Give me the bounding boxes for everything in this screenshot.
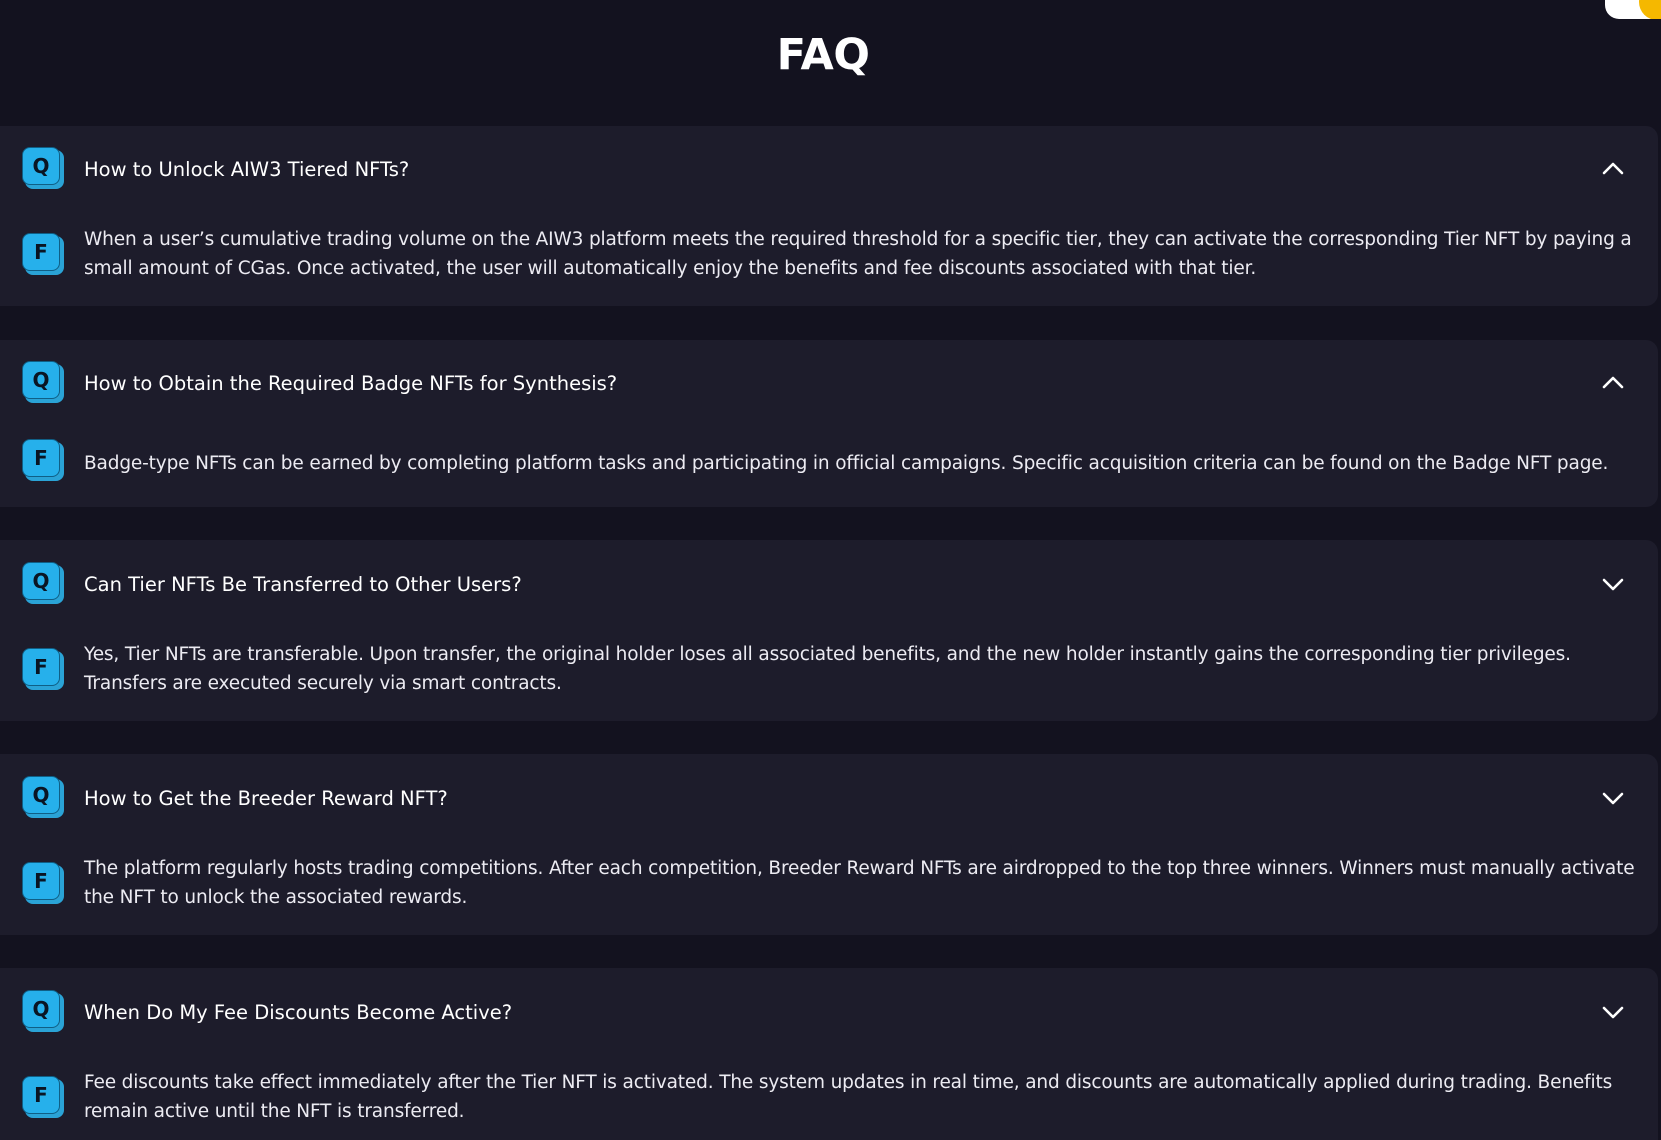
chevron-down-icon[interactable] bbox=[1596, 781, 1630, 815]
faq-question[interactable]: When Do My Fee Discounts Become Active? bbox=[84, 1000, 512, 1026]
question-badge-icon: Q bbox=[22, 776, 64, 818]
faq-question[interactable]: Can Tier NFTs Be Transferred to Other Us… bbox=[84, 572, 522, 598]
answer-badge-icon: F bbox=[22, 233, 64, 275]
chevron-down-icon[interactable] bbox=[1596, 995, 1630, 1029]
faq-item: Q How to Obtain the Required Badge NFTs … bbox=[0, 340, 1658, 507]
question-badge-icon: Q bbox=[22, 361, 64, 403]
page-title: FAQ bbox=[776, 30, 870, 80]
question-badge-icon: Q bbox=[22, 562, 64, 604]
faq-item: Q How to Get the Breeder Reward NFT? F T… bbox=[0, 754, 1658, 935]
faq-item: Q How to Unlock AIW3 Tiered NFTs? F When… bbox=[0, 126, 1658, 306]
question-badge-icon: Q bbox=[22, 990, 64, 1032]
chevron-up-icon[interactable] bbox=[1596, 366, 1630, 400]
faq-question[interactable]: How to Get the Breeder Reward NFT? bbox=[84, 786, 448, 812]
question-badge-icon: Q bbox=[22, 147, 64, 189]
faq-item: Q Can Tier NFTs Be Transferred to Other … bbox=[0, 540, 1658, 721]
faq-answer: Badge-type NFTs can be earned by complet… bbox=[84, 453, 1609, 474]
answer-badge-icon: F bbox=[22, 439, 64, 481]
floating-widget-corner[interactable] bbox=[1605, 0, 1661, 19]
answer-badge-icon: F bbox=[22, 1076, 64, 1118]
faq-question[interactable]: How to Obtain the Required Badge NFTs fo… bbox=[84, 371, 617, 397]
widget-dot-icon bbox=[1639, 0, 1661, 19]
faq-answer: Fee discounts take effect immediately af… bbox=[84, 1072, 1613, 1122]
faq-question[interactable]: How to Unlock AIW3 Tiered NFTs? bbox=[84, 157, 409, 183]
answer-badge-icon: F bbox=[22, 862, 64, 904]
answer-badge-icon: F bbox=[22, 648, 64, 690]
faq-item: Q When Do My Fee Discounts Become Active… bbox=[0, 968, 1658, 1140]
chevron-up-icon[interactable] bbox=[1596, 152, 1630, 186]
faq-answer: The platform regularly hosts trading com… bbox=[84, 858, 1635, 908]
faq-answer: Yes, Tier NFTs are transferable. Upon tr… bbox=[84, 644, 1571, 694]
faq-answer: When a user’s cumulative trading volume … bbox=[84, 229, 1632, 279]
chevron-down-icon[interactable] bbox=[1596, 567, 1630, 601]
